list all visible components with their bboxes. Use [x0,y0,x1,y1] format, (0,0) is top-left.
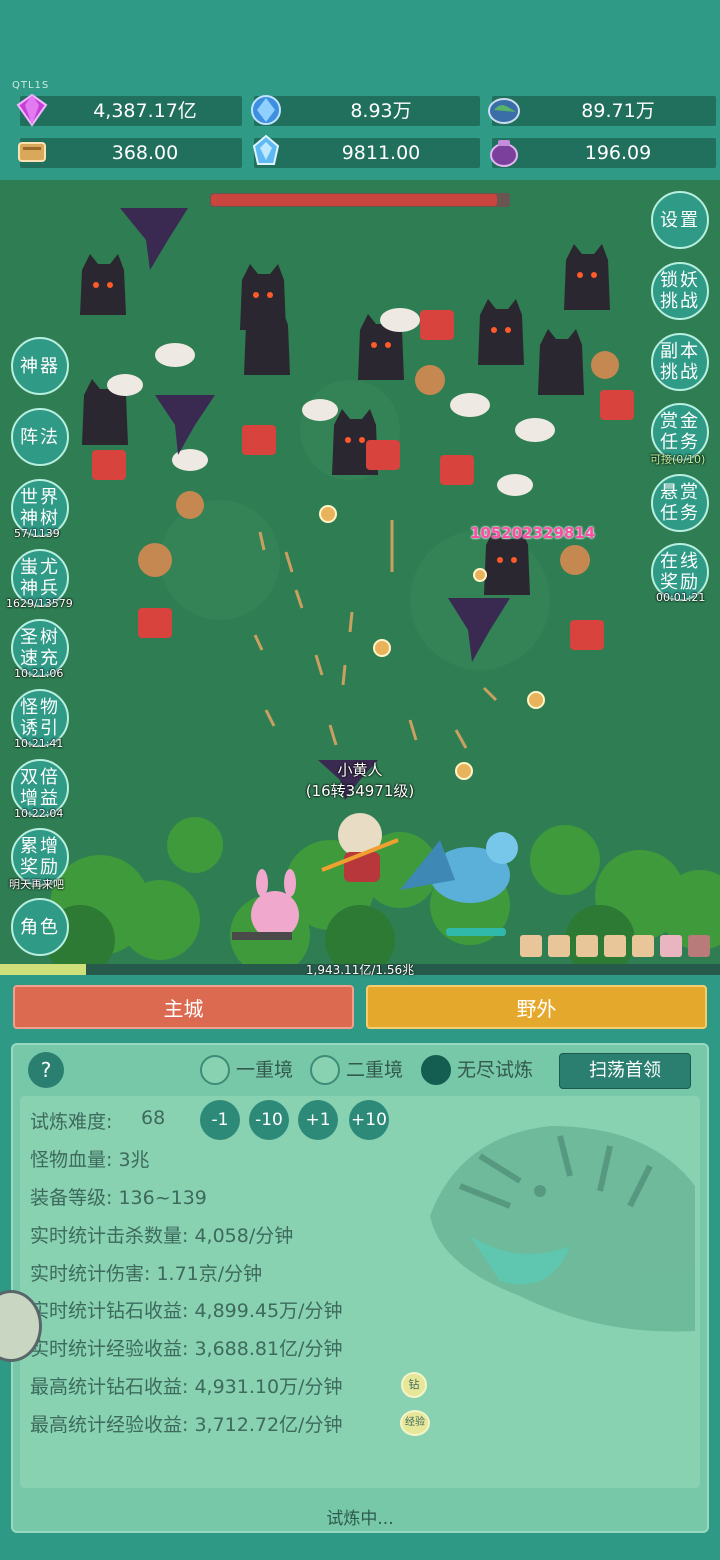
blue-crystal-icon [251,95,281,125]
stat-equipment-level: 装备等级: 136~139 [30,1187,207,1209]
mode-label-second[interactable]: 二重境 [346,1055,403,1085]
menu-label: 蚩尤神兵 [20,557,60,599]
menu-label: 在线奖励 [660,551,700,593]
menu-formation[interactable]: 阵法 [11,408,69,466]
resource-value: 196.09 [584,142,652,164]
hero-name: 小黄人 [337,761,383,779]
menu-label: 圣树速充 [20,627,60,669]
resource-value: 9811.00 [341,142,421,164]
resource-blue-crystal[interactable]: 8.93万 [251,95,480,126]
resource-purple-gem[interactable]: 4,387.17亿 [16,93,242,127]
mode-radio-second[interactable] [310,1055,340,1085]
resource-earth-stone[interactable]: 89.71万 [488,96,716,126]
boss-hp-fill [211,194,498,206]
tab-wild[interactable]: 野外 [366,985,707,1029]
skill-icon-row [520,935,710,957]
difficulty-value: 68 [141,1107,166,1129]
difficulty-plus-1-button[interactable]: +1 [298,1100,338,1140]
ice-crystal-icon [252,134,280,165]
difficulty-minus-10-button[interactable]: -10 [249,1100,289,1140]
stat-kill-rate: 实时统计击杀数量: 4,058/分钟 [30,1225,294,1247]
mode-radio-first[interactable] [200,1055,230,1085]
exp-badge-icon: 经验 [400,1410,430,1436]
purple-pot-icon [490,140,518,167]
stat-exp-rate: 实时统计经验收益: 3,688.81亿/分钟 [30,1338,343,1360]
server-tag: QTL1S [12,80,50,91]
mode-label-endless[interactable]: 无尽试炼 [457,1055,533,1085]
world-tree-progress: 57/1139 [14,527,60,540]
cumulative-reward-status: 明天再来吧 [9,878,64,891]
menu-label: 神器 [20,355,60,377]
sacred-tree-timer: 10:21:06 [14,667,64,680]
stat-diamond-rate: 实时统计钻石收益: 4,899.45万/分钟 [30,1300,343,1322]
trial-status: 试炼中... [326,1509,394,1529]
resource-value: 368.00 [111,142,179,164]
difficulty-minus-1-button[interactable]: -1 [200,1100,240,1140]
menu-label: 设置 [660,209,700,231]
scroll-book-icon [18,142,46,162]
monster-lure-timer: 10:21:41 [14,737,64,750]
menu-label: 赏金任务 [660,411,700,453]
menu-label: 悬赏任务 [660,482,700,524]
difficulty-plus-10-button[interactable]: +10 [349,1100,389,1140]
menu-artifact[interactable]: 神器 [11,337,69,395]
menu-label: 双倍增益 [20,767,60,809]
bounty-task-count: 可接(0/10) [650,453,706,466]
menu-reward-task[interactable]: 悬赏任务 [651,474,709,532]
sweep-boss-button[interactable]: 扫荡首领 [559,1053,691,1089]
resource-value: 4,387.17亿 [93,100,197,122]
tab-main-city[interactable]: 主城 [13,985,354,1029]
diamond-badge-icon: 钻 [401,1372,427,1398]
mode-label-first[interactable]: 一重境 [236,1055,293,1085]
battle-scene [0,180,720,975]
stat-max-diamond-rate: 最高统计钻石收益: 4,931.10万/分钟 [30,1376,343,1398]
hero-level: (16转34971级) [305,782,415,800]
resource-purple-pot[interactable]: 196.09 [490,138,716,168]
mode-radio-endless[interactable] [421,1055,451,1085]
menu-label: 累增奖励 [20,836,60,878]
menu-demon-lock-challenge[interactable]: 锁妖挑战 [651,262,709,320]
damage-number: 105202329814 [470,524,596,542]
stat-max-exp-rate: 最高统计经验收益: 3,712.72亿/分钟 [30,1414,343,1436]
menu-label: 角色 [20,916,60,938]
stat-damage-rate: 实时统计伤害: 1.71京/分钟 [30,1263,263,1285]
menu-settings[interactable]: 设置 [651,191,709,249]
double-boost-timer: 10:22:04 [14,807,64,820]
resource-scroll-book[interactable]: 368.00 [18,138,242,168]
online-reward-timer: 00:01:21 [656,591,706,604]
battle-background [0,180,720,975]
help-button[interactable]: ? [28,1052,64,1088]
difficulty-label: 试炼难度: [30,1111,113,1133]
resource-value: 89.71万 [581,100,655,122]
resource-value: 8.93万 [350,100,412,122]
menu-label: 世界神树 [20,487,60,529]
menu-label: 怪物诱引 [20,697,60,739]
chiyou-weapon-progress: 1629/13579 [6,597,73,610]
earth-stone-icon [488,98,520,124]
menu-dungeon-challenge[interactable]: 副本挑战 [651,333,709,391]
menu-label: 阵法 [20,426,60,448]
exp-text: 1,943.11亿/1.56兆 [305,963,415,977]
stat-monster-hp: 怪物血量: 3兆 [30,1149,150,1171]
menu-label: 副本挑战 [660,341,700,383]
tiger-illustration [430,1126,695,1332]
hero-label: 小黄人 (16转34971级) [300,760,420,802]
menu-character[interactable]: 角色 [11,898,69,956]
purple-gem-icon [16,93,48,127]
resource-ice-crystal[interactable]: 9811.00 [252,134,480,168]
boss-hp-bar [210,193,510,207]
menu-label: 锁妖挑战 [660,270,700,312]
